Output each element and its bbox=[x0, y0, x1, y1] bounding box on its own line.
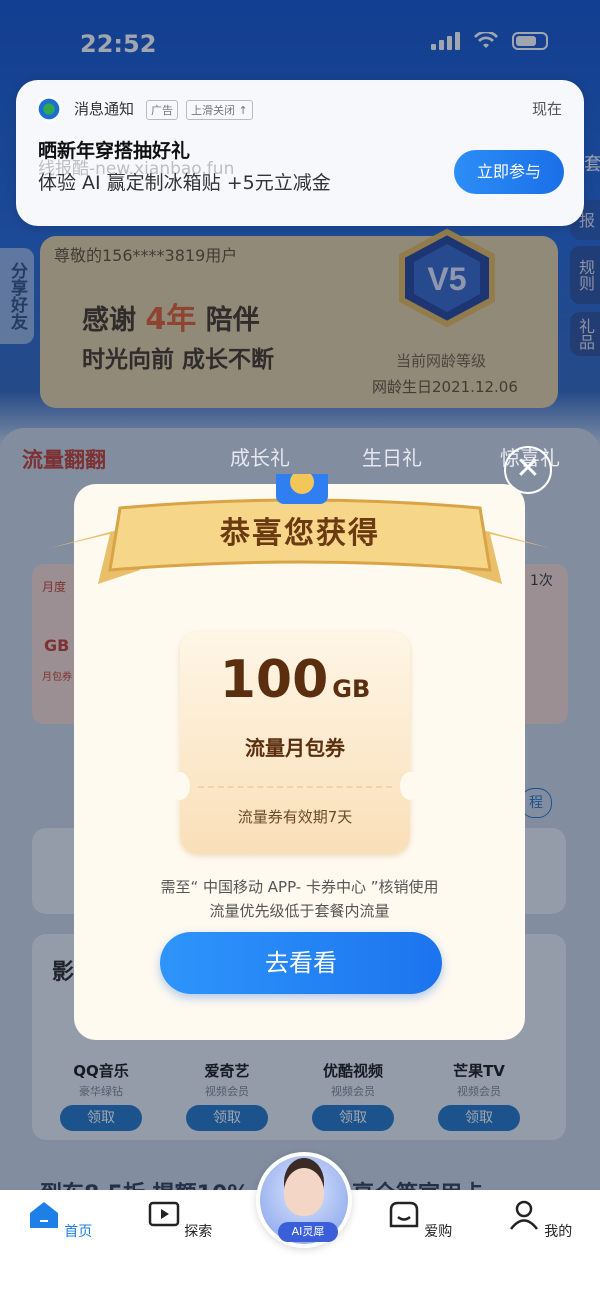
notification-app-name: 消息通知 bbox=[74, 100, 135, 118]
data-coupon: 100 GB 流量月包券 流量券有效期7天 bbox=[170, 632, 420, 854]
tab-explore[interactable]: 探索 bbox=[140, 1200, 220, 1241]
ai-assistant-icon bbox=[284, 1168, 324, 1216]
china-mobile-logo-icon bbox=[36, 96, 62, 122]
gift-box-icon bbox=[276, 474, 328, 504]
tab-growth[interactable]: 成长礼 bbox=[230, 442, 290, 471]
push-notification[interactable]: 消息通知 广告 上滑关闭 ↑ 现在 晒新年穿搭抽好礼 线报酷-new.xianb… bbox=[16, 80, 584, 226]
play-icon bbox=[148, 1201, 180, 1227]
redeem-instructions: 需至“ 中国移动 APP- 卡券中心 ”核销使用 bbox=[160, 878, 439, 896]
tab-birthday[interactable]: 生日礼 bbox=[362, 442, 422, 471]
coupon-validity: 流量券有效期7天 bbox=[237, 808, 353, 826]
priority-note: 流量优先级低于套餐内流量 bbox=[209, 902, 390, 920]
coupon-amount-unit: GB bbox=[332, 675, 371, 703]
notification-time: 现在 bbox=[531, 100, 562, 118]
coupon-name: 流量月包券 bbox=[245, 736, 345, 760]
home-icon bbox=[29, 1202, 58, 1228]
modal-title: 恭喜您获得 bbox=[220, 516, 380, 551]
go-see-button[interactable]: 去看看 bbox=[160, 932, 442, 994]
join-now-button[interactable]: 立即参与 bbox=[454, 150, 564, 194]
ad-tag: 广告 bbox=[146, 100, 178, 120]
coupon-amount: 100 GB bbox=[180, 650, 410, 710]
tab-home[interactable]: 首页 bbox=[20, 1200, 100, 1241]
user-icon bbox=[509, 1200, 538, 1230]
tab-shop[interactable]: 爱购 bbox=[380, 1200, 460, 1241]
swipe-close-tag: 上滑关闭 ↑ bbox=[186, 100, 253, 120]
notification-body: 体验 AI 赢定制冰箱贴 +5元立减金 bbox=[38, 172, 331, 194]
coupon-amount-number: 100 bbox=[219, 650, 329, 710]
ai-assistant-label: AI灵犀 bbox=[278, 1222, 338, 1242]
shop-icon bbox=[389, 1201, 419, 1228]
tab-mine[interactable]: 我的 bbox=[500, 1200, 580, 1241]
ai-assistant-button[interactable]: AI灵犀 bbox=[256, 1152, 352, 1248]
